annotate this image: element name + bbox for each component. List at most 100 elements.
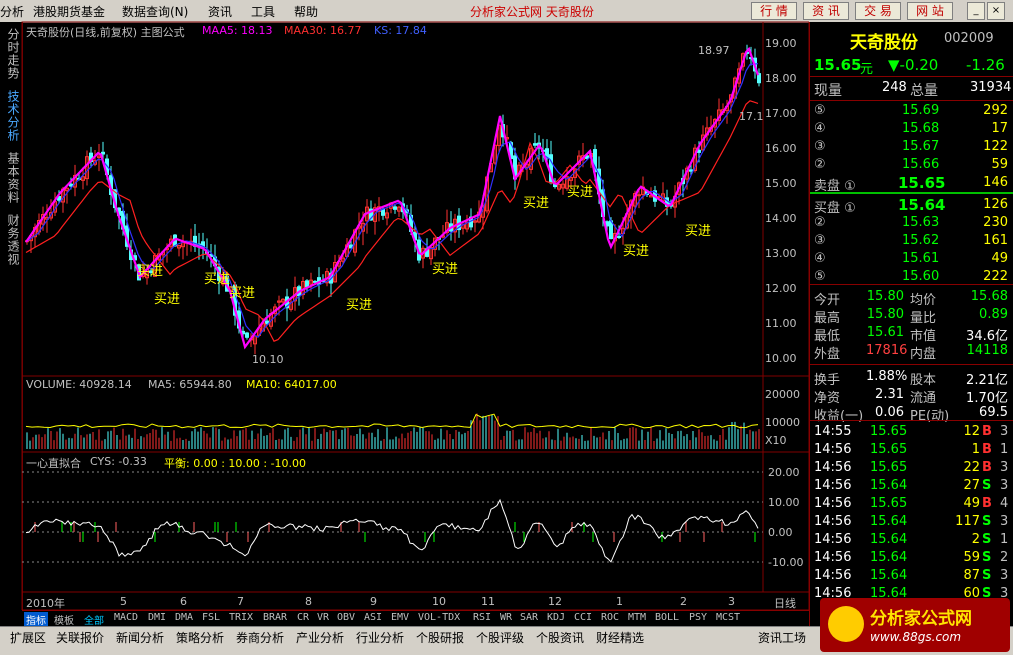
indicator-tab[interactable]: BRAR xyxy=(263,612,287,623)
candle-body xyxy=(245,332,249,338)
date-tick: 8 xyxy=(305,595,312,608)
cys-indicator-name: 一心直拟合 xyxy=(26,457,81,470)
price-tick: 11.00 xyxy=(765,317,797,330)
ask-row[interactable]: ⑤ 15.69 292 xyxy=(810,102,1013,120)
indicator-tab[interactable]: EMV xyxy=(391,612,409,623)
indicator-tab[interactable]: OBV xyxy=(337,612,355,623)
bid-row[interactable]: ② 15.63 230 xyxy=(810,214,1013,232)
trade-button[interactable]: 交 易 xyxy=(855,2,901,20)
indicator-tab[interactable]: ASI xyxy=(364,612,382,623)
indicator-tab[interactable]: VOL-TDX xyxy=(418,612,460,623)
indicator-tab[interactable]: WR xyxy=(500,612,512,623)
price-tick: 10.00 xyxy=(765,352,797,365)
candle-body xyxy=(101,151,105,155)
footer-tab[interactable]: 关联报价 xyxy=(56,629,104,646)
price-tick: 12.00 xyxy=(765,282,797,295)
volume-tick: 20000 xyxy=(765,388,800,401)
indicator-tab[interactable]: SAR xyxy=(520,612,538,623)
bid-row[interactable]: ③ 15.62 161 xyxy=(810,232,1013,250)
kline-chart[interactable] xyxy=(0,0,809,610)
buy-signal-label: 买进 xyxy=(204,272,231,287)
stat-row: 最低 15.61 市值 34.6亿 xyxy=(814,325,1008,344)
indicator-tab[interactable]: DMA xyxy=(175,612,193,623)
footer-tab[interactable]: 新闻分析 xyxy=(116,629,164,646)
indicator-tab[interactable]: MCST xyxy=(716,612,740,623)
buy-signal-label: 买进 xyxy=(523,196,550,211)
tick-row: 14:56 15.64 117 S 3 xyxy=(814,514,1009,529)
volume-row: 现量 248 总量 31934 xyxy=(814,80,1012,99)
indicator-tab[interactable]: FSL xyxy=(202,612,220,623)
buy-signal-label: 买进 xyxy=(623,244,650,259)
bid-row[interactable]: 买盘 ① 15.64 126 xyxy=(810,196,1013,216)
volume-ma5: MA5: 65944.80 xyxy=(148,378,232,391)
stat-row: 今开 15.80 均价 15.68 xyxy=(814,289,1008,308)
minimize-icon[interactable]: _ xyxy=(967,2,985,20)
candle-body xyxy=(381,208,385,216)
date-tick: 11 xyxy=(481,595,495,608)
footer-tab[interactable]: 扩展区 xyxy=(10,629,46,646)
buy-signal-label: 买进 xyxy=(346,298,373,313)
date-tick: 1 xyxy=(616,595,623,608)
footer-tab[interactable]: 行业分析 xyxy=(356,629,404,646)
volume-ma10-line xyxy=(25,413,759,429)
date-tick: 5 xyxy=(120,595,127,608)
indicator-tab[interactable]: MTM xyxy=(628,612,646,623)
cys-tick: 10.00 xyxy=(768,496,800,509)
price-tick: 18.00 xyxy=(765,72,797,85)
volume-tick: X10 xyxy=(765,434,787,447)
website-button[interactable]: 网 站 xyxy=(907,2,953,20)
price-change: ▼-0.20 xyxy=(888,56,939,74)
footer-tab[interactable]: 产业分析 xyxy=(296,629,344,646)
indicator-tab[interactable]: 指标 xyxy=(24,612,48,627)
volume-value: VOLUME: 40928.14 xyxy=(26,378,132,391)
footer-tab[interactable]: 资讯工场 xyxy=(758,629,806,646)
indicator-tab[interactable]: 模板 xyxy=(54,612,74,627)
news-button[interactable]: 资 讯 xyxy=(803,2,849,20)
stat-row: 外盘 17816 内盘 14118 xyxy=(814,343,1008,362)
indicator-tab[interactable]: BOLL xyxy=(655,612,679,623)
ask-row[interactable]: ④ 15.68 17 xyxy=(810,120,1013,138)
footer-tab[interactable]: 财经精选 xyxy=(596,629,644,646)
indicator-tab[interactable]: CR xyxy=(297,612,309,623)
indicator-tab[interactable]: MACD xyxy=(114,612,138,623)
footer-tab[interactable]: 个股研报 xyxy=(416,629,464,646)
indicator-tab[interactable]: CCI xyxy=(574,612,592,623)
indicator-tab[interactable]: DMI xyxy=(148,612,166,623)
footer-tab[interactable]: 券商分析 xyxy=(236,629,284,646)
price-tick: 17.00 xyxy=(765,107,797,120)
recent-annotation: 17.1 xyxy=(739,110,764,123)
indicator-tab[interactable]: 全部 xyxy=(84,612,104,627)
maa5-line xyxy=(25,46,760,350)
date-tick: 9 xyxy=(370,595,377,608)
logo-title: 分析家公式网 xyxy=(870,609,972,629)
candle-body xyxy=(393,206,397,210)
indicator-tab[interactable]: KDJ xyxy=(547,612,565,623)
footer-tab[interactable]: 个股评级 xyxy=(476,629,524,646)
ask-row[interactable]: ② 15.66 59 xyxy=(810,156,1013,174)
tick-row: 14:56 15.64 59 S 2 xyxy=(814,550,1009,565)
cys-line xyxy=(25,498,759,563)
price-tick: 19.00 xyxy=(765,37,797,50)
chart-frame xyxy=(21,21,809,610)
date-tick: 7 xyxy=(237,595,244,608)
logo-icon xyxy=(828,606,864,642)
close-icon[interactable]: × xyxy=(987,2,1005,20)
buy-signal-label: 买进 xyxy=(567,185,594,200)
indicator-tab[interactable]: VR xyxy=(317,612,329,623)
bid-row[interactable]: ④ 15.61 49 xyxy=(810,250,1013,268)
cys-tick: -10.00 xyxy=(768,556,804,569)
footer-tab[interactable]: 策略分析 xyxy=(176,629,224,646)
ask-row[interactable]: 卖盘 ① 15.65 146 xyxy=(810,174,1013,194)
stock-code: 002009 xyxy=(944,31,994,46)
footer-tab[interactable]: 个股资讯 xyxy=(536,629,584,646)
ask-row[interactable]: ③ 15.67 122 xyxy=(810,138,1013,156)
volume-ma10: MA10: 64017.00 xyxy=(246,378,337,391)
price-tick: 16.00 xyxy=(765,142,797,155)
indicator-tab[interactable]: PSY xyxy=(689,612,707,623)
buy-signal-label: 买进 xyxy=(685,224,712,239)
indicator-tab[interactable]: RSI xyxy=(473,612,491,623)
stat-row: 最高 15.80 量比 0.89 xyxy=(814,307,1008,326)
indicator-tab[interactable]: ROC xyxy=(601,612,619,623)
indicator-tab[interactable]: TRIX xyxy=(229,612,253,623)
buy-signal-label: 买进 xyxy=(432,262,459,277)
